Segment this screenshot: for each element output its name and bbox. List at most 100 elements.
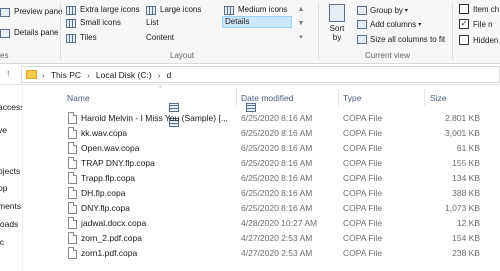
breadcrumb-this-pc[interactable]: This PC [51, 70, 81, 80]
file-name-extensions-toggle[interactable]: ✓ File n [459, 18, 493, 30]
file-date: 6/25/2020 8:16 AM [241, 158, 313, 168]
column-header-name[interactable]: Name [67, 93, 90, 103]
sort-by-button[interactable]: Sort by [326, 2, 348, 48]
file-icon [68, 202, 77, 214]
preview-pane-label: Preview pane [14, 7, 63, 16]
breadcrumb-chevron-icon[interactable]: › [87, 70, 90, 80]
file-size: 154 KB [452, 233, 480, 243]
size-columns-icon [357, 34, 367, 44]
ribbon-divider [452, 2, 453, 60]
layout-extra-large-icons[interactable]: Extra large icons [66, 4, 140, 16]
layout-details[interactable]: Details [222, 16, 292, 112]
file-name: jadwal.docx.copa [81, 218, 147, 228]
ribbon-divider [60, 2, 61, 60]
checkbox-checked-icon: ✓ [459, 19, 469, 29]
column-resize-handle[interactable] [236, 89, 237, 106]
file-size: 1,073 KB [445, 203, 480, 213]
column-header-type[interactable]: Type [343, 93, 361, 103]
file-row[interactable]: zorn1.pdf.copa 4/27/2020 2:53 AM COPA Fi… [23, 246, 500, 261]
file-row[interactable]: Harold Melvin - I Miss You (Sample) [...… [23, 111, 500, 126]
address-bar[interactable]: › This PC › Local Disk (C:) › d [21, 66, 500, 83]
nav-item-desktop[interactable]: op [0, 183, 7, 193]
add-columns-icon [357, 19, 367, 29]
add-columns-button[interactable]: Add columns ▾ [357, 18, 421, 30]
ribbon: Preview pane Details pane es Extra large… [0, 0, 500, 127]
breadcrumb-local-disk[interactable]: Local Disk (C:) [96, 70, 152, 80]
layout-content[interactable]: Content [146, 32, 179, 127]
sort-caret-icon: ^ [158, 86, 162, 92]
nav-item-3d-objects[interactable]: ojects [0, 166, 20, 176]
file-row[interactable]: zorn_2.pdf.copa 4/27/2020 2:53 AM COPA F… [23, 231, 500, 246]
layout-medium-icons[interactable]: Medium icons [224, 4, 287, 16]
medium-icons-icon [224, 5, 234, 15]
layout-tiles[interactable]: Tiles [66, 32, 97, 44]
layout-item-label: List [146, 18, 159, 27]
file-icon [68, 187, 77, 199]
file-size: 155 KB [452, 158, 480, 168]
address-bar-row: ↑ › This PC › Local Disk (C:) › d [0, 64, 500, 85]
group-by-button[interactable]: Group by ▾ [357, 4, 408, 16]
column-header-row: ^ Name Date modified Type Size [23, 86, 500, 108]
details-pane-icon [0, 28, 10, 38]
file-name: zorn_2.pdf.copa [81, 233, 142, 243]
file-row[interactable]: jadwal.docx.copa 4/28/2020 10:27 AM COPA… [23, 216, 500, 231]
layout-item-label: Tiles [80, 33, 97, 42]
column-header-size[interactable]: Size [430, 93, 447, 103]
column-resize-handle[interactable] [424, 89, 425, 106]
file-name: DNY.flp.copa [81, 203, 130, 213]
file-icon [68, 112, 77, 124]
file-name: Open.wav.copa [81, 143, 140, 153]
file-row[interactable]: Open.wav.copa 6/25/2020 8:16 AM COPA Fil… [23, 141, 500, 156]
group-by-icon [357, 5, 367, 15]
column-header-date-modified[interactable]: Date modified [241, 93, 293, 103]
file-row[interactable]: Trapp.flp.copa 6/25/2020 8:16 AM COPA Fi… [23, 171, 500, 186]
file-size: 238 KB [452, 248, 480, 258]
breadcrumb-chevron-icon[interactable]: › [158, 70, 161, 80]
nav-item-quick-access[interactable]: access [0, 102, 22, 112]
nav-item-documents[interactable]: ments [0, 201, 21, 211]
nav-item-onedrive[interactable]: ve [0, 125, 7, 135]
item-check-boxes-label: Item ch [473, 4, 500, 14]
file-row[interactable]: TRAP DNY.flp.copa 6/25/2020 8:16 AM COPA… [23, 156, 500, 171]
file-name: Trapp.flp.copa [81, 173, 136, 183]
layout-small-icons[interactable]: Small icons [66, 17, 121, 29]
layout-large-icons[interactable]: Large icons [146, 4, 201, 16]
details-pane-label: Details pane [14, 28, 59, 37]
nav-item-downloads[interactable]: loads [0, 219, 18, 229]
column-resize-handle[interactable] [338, 89, 339, 106]
breadcrumb-d[interactable]: d [167, 70, 172, 80]
sort-by-icon [329, 4, 345, 22]
file-size: 2,801 KB [445, 113, 480, 123]
file-row[interactable]: DH.flp.copa 6/25/2020 8:16 AM COPA File … [23, 186, 500, 201]
layout-item-label: Extra large icons [80, 5, 140, 14]
layout-item-label: Details [225, 17, 250, 26]
file-name: TRAP DNY.flp.copa [81, 158, 155, 168]
file-date: 4/27/2020 2:53 AM [241, 248, 313, 258]
file-type: COPA File [343, 158, 383, 168]
size-all-columns-button[interactable]: Size all columns to fit [357, 33, 445, 45]
file-icon [68, 142, 77, 154]
details-pane-button[interactable]: Details pane [0, 27, 58, 39]
nav-item-music[interactable]: ic [0, 237, 4, 247]
extra-large-icons-icon [66, 5, 76, 15]
layout-gallery-scroll[interactable]: ▲ ▼ ▾ [296, 3, 306, 47]
preview-pane-button[interactable]: Preview pane [0, 6, 62, 18]
file-type: COPA File [343, 143, 383, 153]
file-row[interactable]: DNY.flp.copa 6/25/2020 8:16 AM COPA File… [23, 201, 500, 216]
breadcrumb-chevron-icon[interactable]: › [42, 70, 45, 80]
file-icon [68, 247, 77, 259]
file-icon [68, 157, 77, 169]
layout-group-label: Layout [170, 51, 195, 60]
file-type: COPA File [343, 203, 383, 213]
file-icon [68, 232, 77, 244]
file-row[interactable]: kk.wav.copa 6/25/2020 8:16 AM COPA File … [23, 126, 500, 141]
item-check-boxes-toggle[interactable]: Item ch [459, 3, 499, 15]
hidden-items-toggle[interactable]: Hidden [459, 34, 498, 46]
small-icons-icon [66, 18, 76, 28]
up-arrow-icon[interactable]: ↑ [6, 68, 11, 78]
file-date: 6/25/2020 8:16 AM [241, 188, 313, 198]
hidden-items-label: Hidden [473, 35, 499, 45]
file-date: 6/25/2020 8:16 AM [241, 203, 313, 213]
layout-list[interactable]: List [146, 17, 179, 112]
file-size: 61 KB [456, 143, 480, 153]
